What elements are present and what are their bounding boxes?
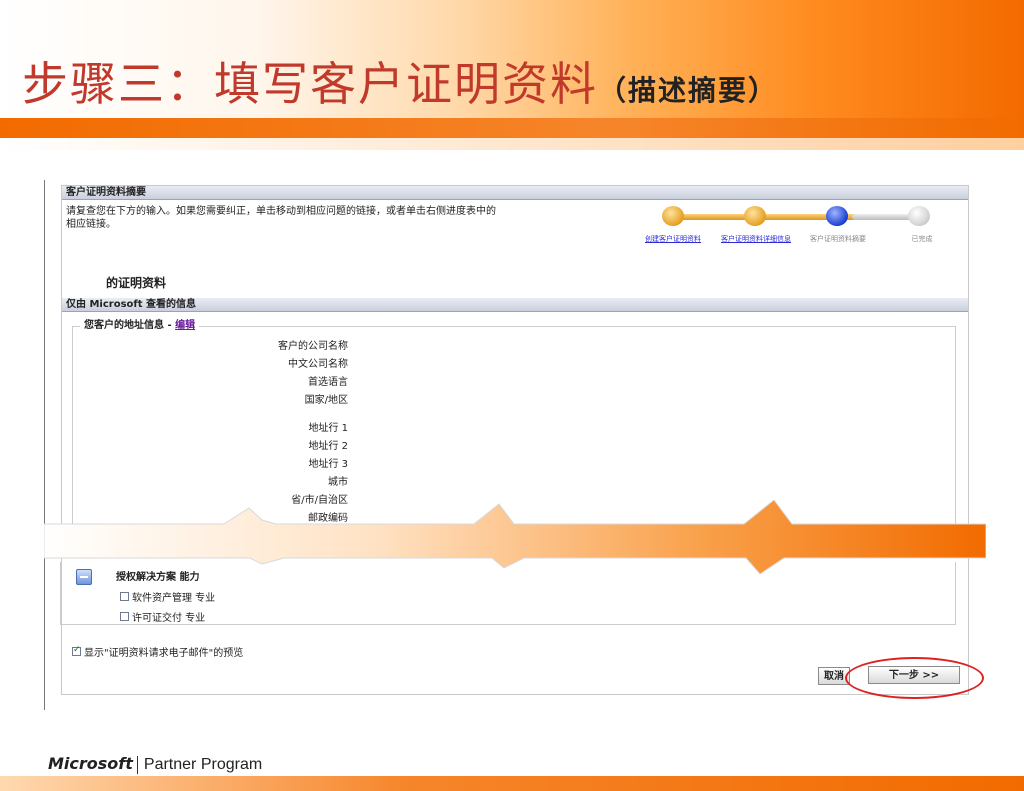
field-address-1: 地址行 1 (308, 423, 348, 434)
cert-title: 的证明资料 (106, 276, 167, 290)
intro-text: 请复查您在下方的输入。如果您需要纠正，单击移动到相应问题的链接，或者单击右侧进度… (66, 206, 496, 230)
solution-label-sam: 软件资产管理 专业 (132, 593, 216, 604)
field-city: 城市 (328, 477, 348, 488)
checkbox-sam[interactable] (120, 592, 129, 601)
preview-email-label: 显示"证明资料请求电子邮件"的预览 (84, 648, 244, 659)
header-band (0, 118, 1024, 138)
field-language: 首选语言 (308, 377, 348, 388)
address-legend-separator: - (167, 320, 172, 331)
header-band-light (0, 138, 1024, 150)
microsoft-wordmark: Microsoft (48, 754, 133, 773)
field-country: 国家/地区 (304, 395, 348, 406)
progress-step-details[interactable]: 客户证明资料详细信息 (715, 234, 797, 244)
field-address-3: 地址行 3 (308, 459, 348, 470)
slide-header: 步骤三：填写客户证明资料（描述摘要） (0, 0, 1024, 150)
collapse-icon[interactable] (76, 569, 92, 585)
screenshot-panel: 客户证明资料摘要 请复查您在下方的输入。如果您需要纠正，单击移动到相应问题的链接… (44, 180, 975, 710)
summary-header-bar: 客户证明资料摘要 (62, 186, 968, 200)
solution-label-licensing: 许可证交付 专业 (132, 613, 206, 624)
slide-title-sub: （描述摘要） (598, 74, 779, 107)
footer-band (0, 776, 1024, 791)
address-legend: 您客户的地址信息 - 编辑 (80, 316, 200, 331)
partner-program-text: Partner Program (143, 756, 263, 773)
progress-step-complete: 已完成 (911, 235, 933, 243)
solutions-title: 授权解决方案 能力 (116, 572, 200, 583)
field-address-2: 地址行 2 (308, 441, 348, 452)
slide-title-main: 步骤三：填写客户证明资料 (22, 57, 598, 111)
progress-step-create[interactable]: 创建客户证明资料 (633, 234, 713, 244)
progress-node-4 (908, 206, 930, 226)
solution-item-licensing[interactable]: 许可证交付 专业 (120, 609, 205, 624)
progress-node-1[interactable] (662, 206, 684, 226)
highlight-circle (845, 657, 984, 699)
logo-separator (136, 755, 138, 774)
preview-email-option[interactable]: 显示"证明资料请求电子邮件"的预览 (72, 644, 243, 659)
progress-node-2[interactable] (744, 206, 766, 226)
edit-address-link[interactable]: 编辑 (175, 320, 195, 331)
checkbox-preview-email[interactable] (72, 645, 81, 656)
solution-item-sam[interactable]: 软件资产管理 专业 (120, 589, 215, 604)
checkbox-licensing[interactable] (120, 612, 129, 621)
field-company-name: 客户的公司名称 (278, 341, 348, 352)
progress-node-3 (826, 206, 848, 226)
slide-title: 步骤三：填写客户证明资料（描述摘要） (22, 48, 778, 114)
address-fieldset (72, 326, 956, 527)
field-company-name-cn: 中文公司名称 (288, 359, 348, 370)
address-legend-title: 您客户的地址信息 (84, 320, 164, 331)
progress-step-summary: 客户证明资料摘要 (810, 235, 866, 243)
microsoft-partner-logo: Microsoft Partner Program (48, 754, 262, 774)
progress-tracker: 创建客户证明资料 客户证明资料详细信息 客户证明资料摘要 已完成 (642, 206, 962, 266)
section-bar-microsoft-info: 仅由 Microsoft 查看的信息 (62, 298, 968, 312)
